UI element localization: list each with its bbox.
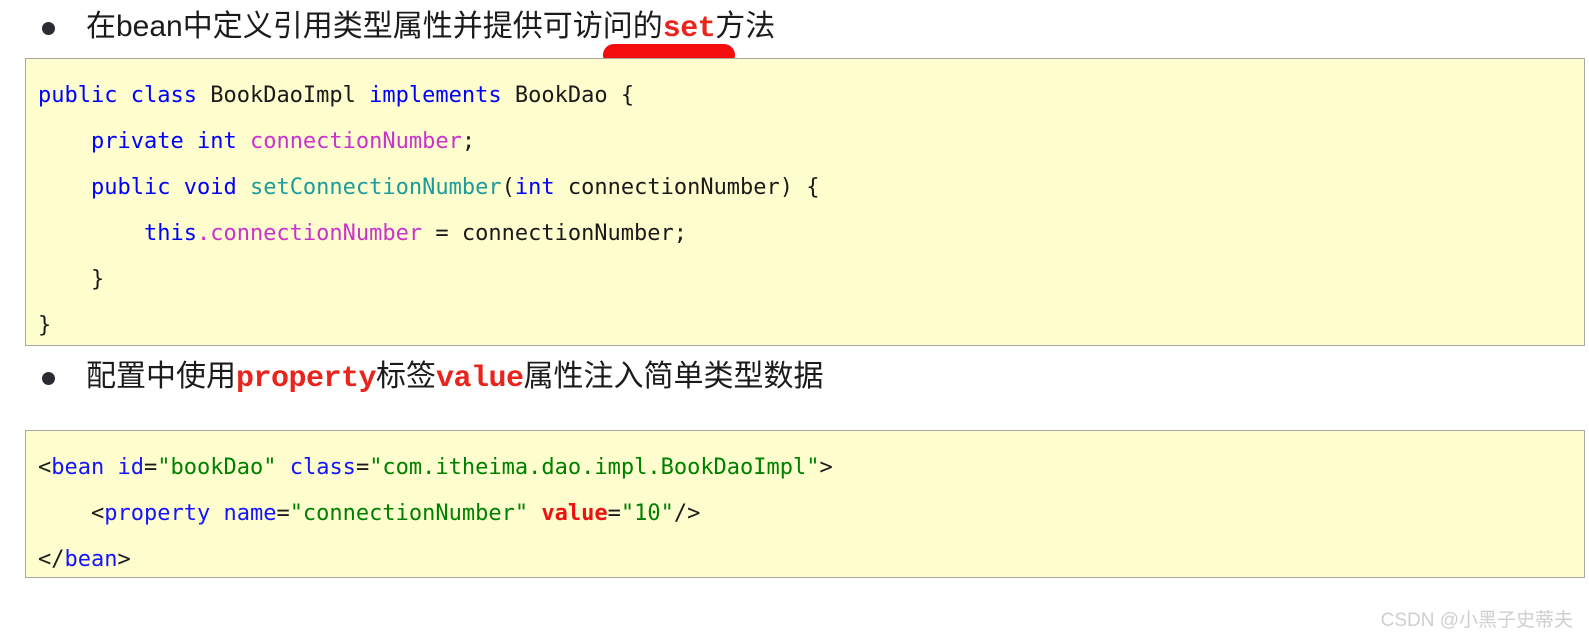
code-line: <bean id="bookDao" class="com.itheima.da… [38,445,1584,491]
code-line: this.connectionNumber = connectionNumber… [38,211,1584,257]
bullet-item-2: 配置中使用property标签value属性注入简单类型数据 [42,360,824,396]
code-line: <property name="connectionNumber" value=… [38,491,1584,537]
token-keyword: void [183,175,237,200]
token-attr-name: class [289,455,356,480]
token-attr-value: "com.itheima.dao.impl.BookDaoImpl" [369,455,820,480]
token-field: connectionNumber [210,221,423,246]
token-tag-name: bean [64,547,118,572]
code-line: private int connectionNumber; [38,119,1584,165]
bullet-2-keyword-value: value [436,362,524,396]
token-punct: . [196,221,211,246]
token-keyword: int [196,129,237,154]
token-punct: < [38,501,105,526]
token-attr-value: "10" [620,501,674,526]
token-type: BookDaoImpl [196,83,370,108]
token-equals: = [276,501,290,526]
token-brace: } [38,313,52,338]
bullet-2-keyword-property: property [236,362,377,396]
token-expression: = connectionNumber; [422,221,688,246]
token-equals: = [355,455,370,480]
token-attr-name-highlighted: value [541,501,608,526]
token-punct: > [117,547,131,572]
token-punct: < [38,455,52,480]
token-equals: = [143,455,158,480]
bullet-item-2-label: 配置中使用property标签value属性注入简单类型数据 [86,360,824,396]
bullet-item-1: 在bean中定义引用类型属性并提供可访问的set方法 [42,10,775,46]
token-attr-value: "connectionNumber" [289,501,529,526]
code-block-xml: <bean id="bookDao" class="com.itheima.da… [25,430,1585,578]
bullet-dot-icon [42,371,55,385]
token-keyword: private [90,129,184,154]
bullet-2-segment-e: 属性注入简单类型数据 [523,360,824,393]
bullet-item-1-label: 在bean中定义引用类型属性并提供可访问的set方法 [86,10,775,46]
token-punct: /> [673,501,701,526]
bullet-1-segment-c: 方法 [715,10,776,43]
token-brace: } [38,267,105,292]
code-line: </bean> [38,537,1584,577]
bullet-dot-icon [42,21,55,35]
bullet-1-keyword-set: set [662,12,716,46]
token-attr-name: id [117,455,144,480]
token-equals: = [607,501,621,526]
token-punct: ( [501,175,515,200]
code-block-java: public class BookDaoImpl implements Book… [25,58,1585,346]
token-keyword: class [130,83,197,108]
token-keyword-this: this [143,221,197,246]
token-method-name: setConnectionNumber [249,175,502,200]
token-attr-name: name [223,501,277,526]
code-line: public void setConnectionNumber(int conn… [38,165,1584,211]
token-attr-value: "bookDao" [157,455,277,480]
token-field: connectionNumber [249,129,462,154]
csdn-watermark: CSDN @小黑子史蒂夫 [1380,610,1573,631]
bullet-2-segment-c: 标签 [376,360,437,393]
bullet-1-segment-a: 在bean中定义引用类型属性并提供可访问的 [86,10,663,43]
code-line: } [38,257,1584,303]
token-punct: > [819,455,833,480]
token-punct: ; [461,129,476,154]
token-punct: </ [38,547,65,572]
token-param: connectionNumber) { [554,175,820,200]
code-line: } [38,303,1584,345]
token-keyword: public [90,175,171,200]
token-keyword: public [38,83,118,108]
token-type: BookDao { [501,83,635,108]
token-tag-name: bean [51,455,105,480]
code-line: public class BookDaoImpl implements Book… [38,73,1584,119]
token-keyword: implements [369,83,502,108]
token-tag-name: property [104,501,211,526]
bullet-2-segment-a: 配置中使用 [86,360,236,393]
token-keyword: int [514,175,555,200]
